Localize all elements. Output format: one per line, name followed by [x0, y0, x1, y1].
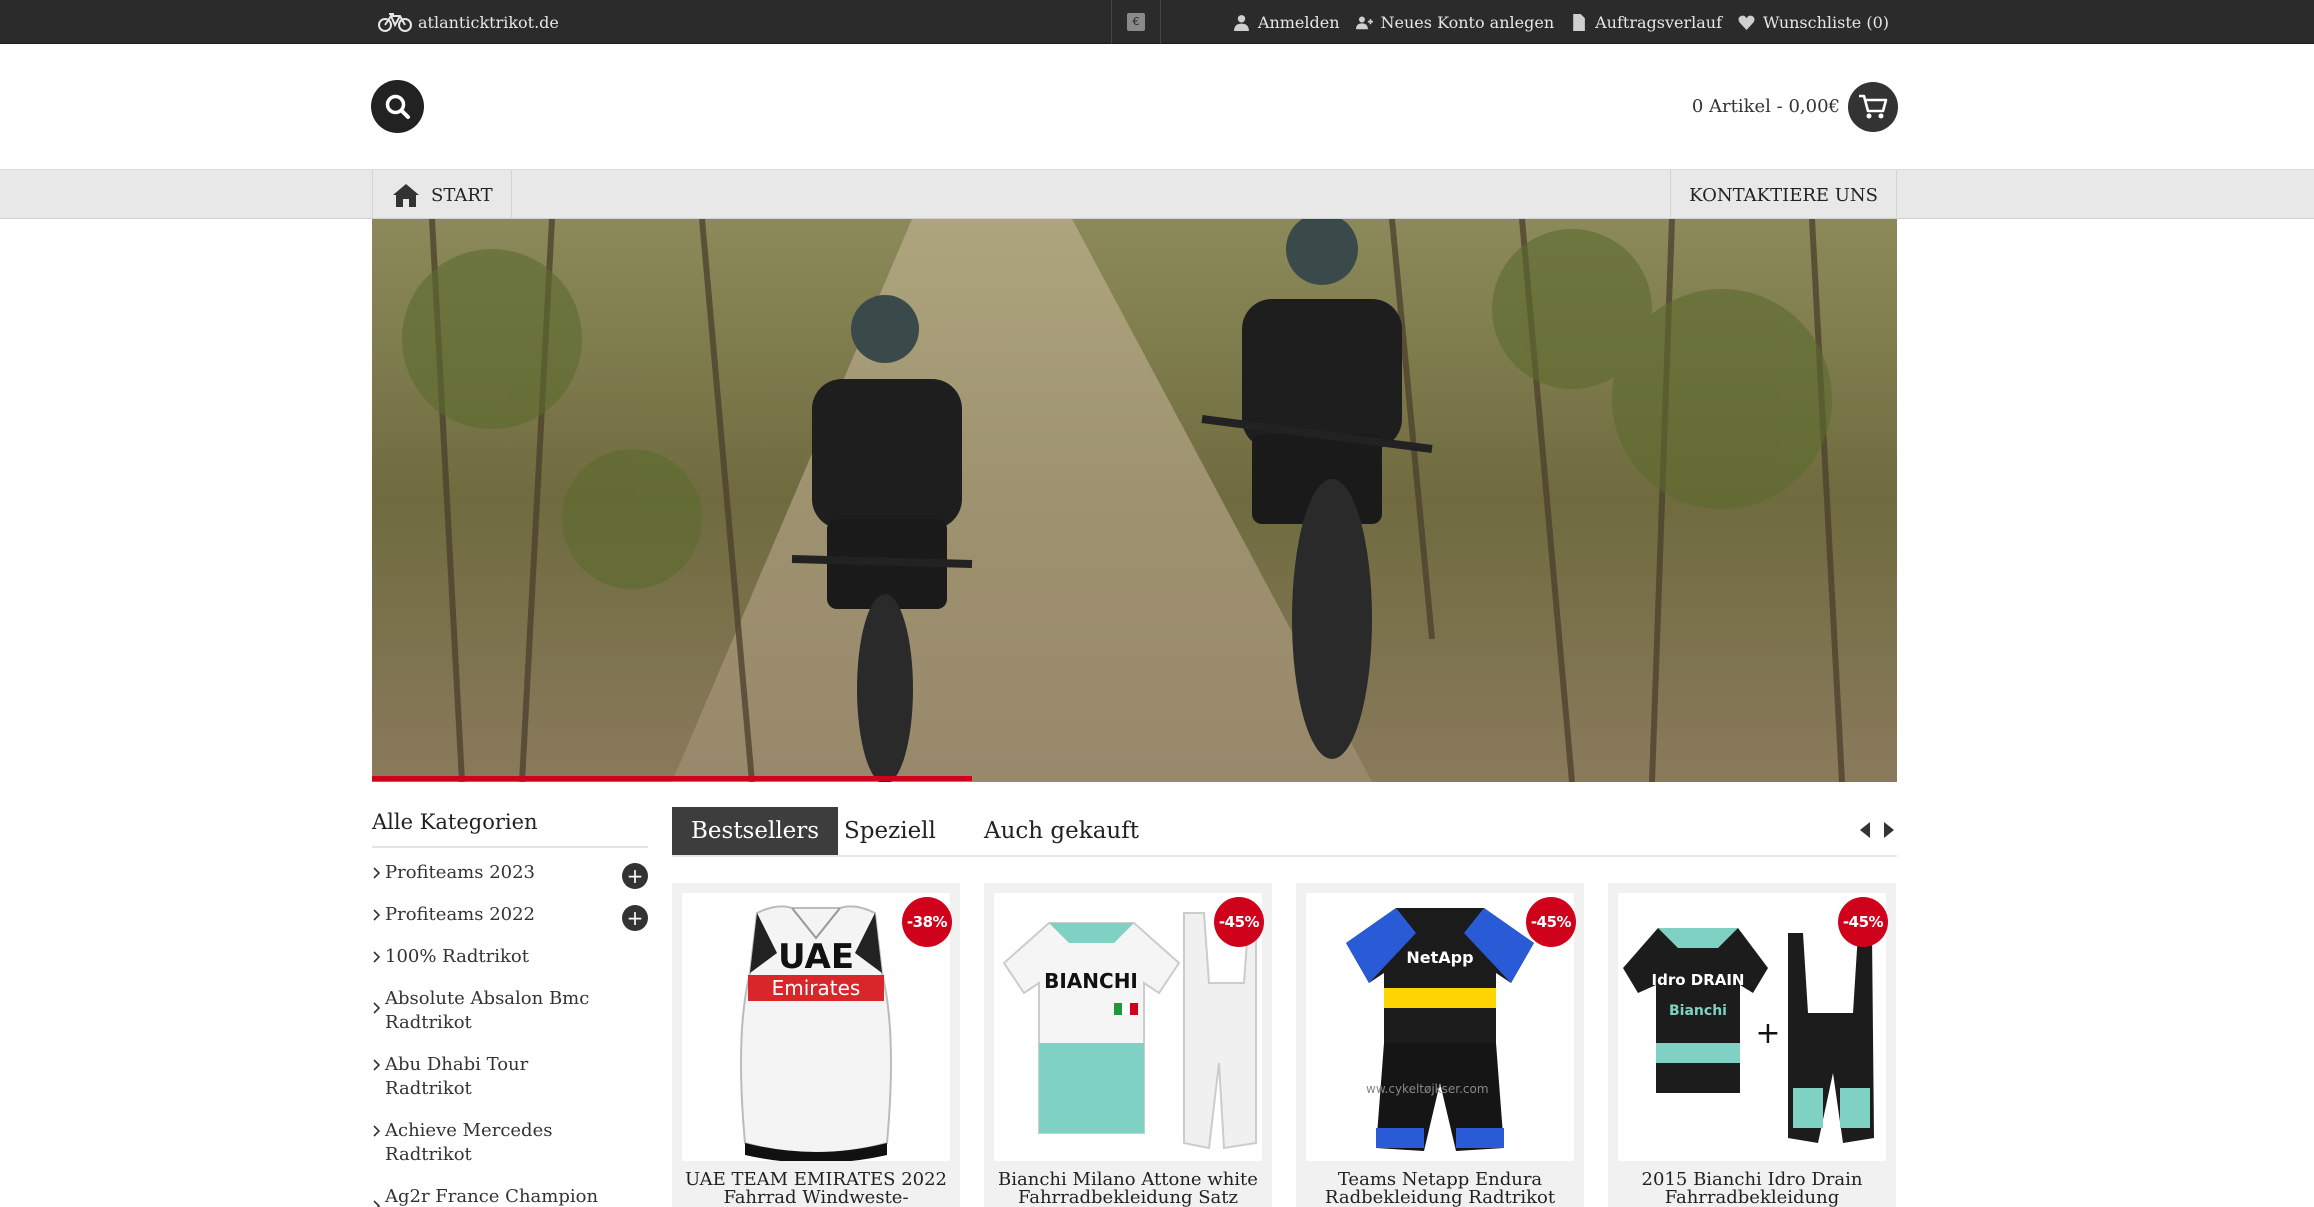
product-name[interactable]: Bianchi Milano Attone white Fahrradbekle… [994, 1171, 1262, 1207]
nav-home-label: START [431, 184, 493, 206]
top-bar: atlanticktrikot.de € Anmelden Neues Kont… [0, 0, 2314, 44]
order-history-link[interactable]: Auftragsverlauf [1562, 13, 1730, 32]
category-label: 100% Radtrikot [385, 946, 529, 967]
expand-icon[interactable]: + [622, 863, 648, 889]
cart-icon [1859, 94, 1888, 118]
tab-bestsellers[interactable]: Bestsellers [672, 807, 839, 855]
site-brand[interactable]: atlanticktrikot.de [378, 0, 559, 44]
category-item[interactable]: 100% Radtrikot [372, 940, 648, 982]
category-label: Absolute Absalon Bmc Radtrikot [385, 988, 590, 1033]
chevron-right-icon [373, 867, 380, 879]
currency-selector[interactable]: € [1111, 0, 1161, 44]
svg-text:BIANCHI: BIANCHI [1044, 969, 1138, 993]
svg-text:NetApp: NetApp [1406, 948, 1473, 967]
chevron-right-icon [373, 909, 380, 921]
bicycle-icon [378, 13, 412, 32]
cart-summary[interactable]: 0 Artikel - 0,00€ [1692, 80, 1898, 133]
category-item[interactable]: Ag2r France Champion Radtrikot [372, 1180, 648, 1207]
cart-text: 0 Artikel - 0,00€ [1691, 96, 1840, 117]
wishlist-link[interactable]: Wunschliste (0) [1730, 13, 1897, 32]
chevron-right-icon [373, 1200, 380, 1207]
arrow-left-icon[interactable] [1857, 819, 1873, 841]
cart-button[interactable] [1848, 81, 1898, 132]
document-icon [1573, 13, 1585, 31]
svg-text:UAE: UAE [778, 937, 854, 977]
arrow-right-icon[interactable] [1881, 819, 1897, 841]
chevron-right-icon [373, 1059, 380, 1071]
account-links: Anmelden Neues Konto anlegen Auftragsver… [1225, 0, 1897, 44]
nav-home[interactable]: START [372, 170, 512, 220]
login-link[interactable]: Anmelden [1225, 13, 1348, 32]
carousel-arrows [1857, 819, 1897, 841]
register-link[interactable]: Neues Konto anlegen [1348, 13, 1563, 32]
discount-badge: -45% [1214, 897, 1264, 947]
category-item[interactable]: Achieve Mercedes Radtrikot [372, 1114, 648, 1180]
chevron-right-icon [373, 1125, 380, 1137]
sidebar-title: Alle Kategorien [372, 810, 648, 848]
site-name: atlanticktrikot.de [418, 12, 559, 32]
svg-text:Emirates: Emirates [772, 976, 861, 1000]
category-sidebar: Alle Kategorien Profiteams 2023 + Profit… [372, 810, 648, 1207]
category-label: Ag2r France Champion Radtrikot [385, 1186, 599, 1207]
search-icon [385, 94, 410, 119]
discount-badge: -45% [1526, 897, 1576, 947]
category-label: Abu Dhabi Tour Radtrikot [385, 1054, 529, 1099]
category-label: Achieve Mercedes Radtrikot [385, 1120, 553, 1165]
home-icon [393, 184, 419, 207]
category-item[interactable]: Profiteams 2023 + [372, 856, 648, 898]
product-name[interactable]: 2015 Bianchi Idro Drain Fahrradbekleidun… [1618, 1171, 1886, 1207]
hero-image [372, 219, 1897, 782]
currency-symbol: € [1127, 13, 1145, 31]
heart-icon [1738, 15, 1755, 30]
product-grid: UAE Emirates -38% UAE TEAM EMIRATES 2022… [672, 883, 1897, 1207]
slider-progress-bar [372, 776, 972, 781]
product-card[interactable]: UAE Emirates -38% UAE TEAM EMIRATES 2022… [672, 883, 960, 1207]
category-item[interactable]: Profiteams 2022 + [372, 898, 648, 940]
svg-text:Bianchi: Bianchi [1669, 1003, 1727, 1019]
product-name[interactable]: Teams Netapp Endura Radbekleidung Radtri… [1306, 1171, 1574, 1207]
category-item[interactable]: Abu Dhabi Tour Radtrikot [372, 1048, 648, 1114]
category-list: Profiteams 2023 + Profiteams 2022 + 100%… [372, 856, 648, 1207]
discount-badge: -38% [902, 897, 952, 947]
discount-badge: -45% [1838, 897, 1888, 947]
product-card[interactable]: NetApp ww.cykeltøjkser.com -45% Teams Ne… [1296, 883, 1584, 1207]
main-nav: START KONTAKTIERE UNS [0, 169, 2314, 220]
category-label: Profiteams 2022 [385, 904, 536, 925]
hero-banner[interactable] [372, 219, 1897, 782]
svg-text:Idro DRAIN: Idro DRAIN [1652, 971, 1745, 989]
product-card[interactable]: Idro DRAIN Bianchi + -45% 2015 Bianchi I… [1608, 883, 1896, 1207]
product-tabs: Bestsellers Speziell Auch gekauft [672, 807, 1897, 857]
chevron-right-icon [373, 1002, 380, 1014]
category-item[interactable]: Absolute Absalon Bmc Radtrikot [372, 982, 648, 1048]
tab-speziell[interactable]: Speziell [825, 807, 955, 855]
svg-text:ww.cykeltøjkser.com: ww.cykeltøjkser.com [1366, 1082, 1489, 1096]
nav-contact[interactable]: KONTAKTIERE UNS [1670, 170, 1897, 220]
tab-auch-gekauft[interactable]: Auch gekauft [965, 807, 1158, 855]
add-user-icon [1355, 16, 1373, 29]
category-label: Profiteams 2023 [385, 862, 536, 883]
user-icon [1233, 14, 1249, 31]
register-label: Neues Konto anlegen [1380, 12, 1555, 32]
product-name[interactable]: UAE TEAM EMIRATES 2022 Fahrrad Windweste… [682, 1171, 950, 1207]
search-button[interactable] [371, 80, 424, 133]
product-card[interactable]: BIANCHI -45% Bianchi Milano Attone white… [984, 883, 1272, 1207]
nav-contact-label: KONTAKTIERE UNS [1689, 184, 1878, 206]
login-label: Anmelden [1257, 12, 1340, 32]
wishlist-label: Wunschliste (0) [1763, 12, 1889, 32]
chevron-right-icon [373, 951, 380, 963]
expand-icon[interactable]: + [622, 905, 648, 931]
svg-text:+: + [1755, 1016, 1780, 1051]
order-history-label: Auftragsverlauf [1595, 12, 1723, 32]
